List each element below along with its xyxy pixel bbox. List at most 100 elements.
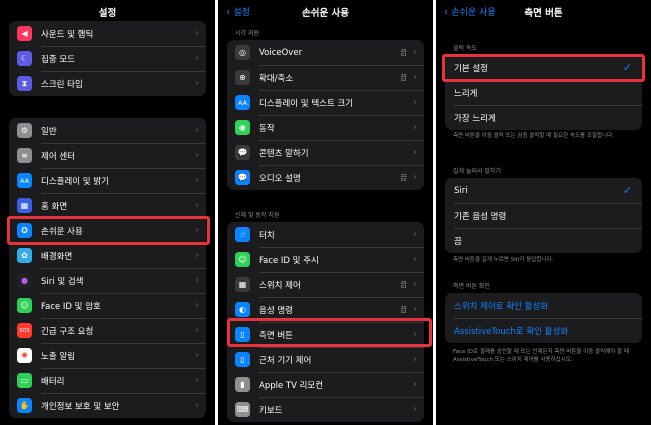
aa-icon: AA xyxy=(235,95,250,110)
list-item-label: 확대/축소 xyxy=(259,73,294,84)
chevron-right-icon: › xyxy=(195,125,199,136)
option-item[interactable]: 느리게 xyxy=(445,80,642,105)
list-item[interactable]: ✿ 배경화면 › xyxy=(9,243,206,268)
list-item[interactable]: ▮ Apple TV 리모컨 › xyxy=(227,372,424,397)
chevron-right-icon: › xyxy=(195,275,199,286)
chevron-right-icon: › xyxy=(195,28,199,39)
confirm-note: Face ID로 결제를 승인할 때 또는 언제든지 측면 버튼을 이중 클릭해… xyxy=(453,349,629,363)
chevron-right-icon: › xyxy=(413,122,417,133)
list-item-label: 터치 xyxy=(259,230,275,241)
list-item[interactable]: ● Siri 및 검색 › xyxy=(9,268,206,293)
list-item[interactable]: ⌨ 키보드 › xyxy=(227,397,424,422)
chevron-right-icon: › xyxy=(195,200,199,211)
voice-control-icon: ◐ xyxy=(235,302,250,317)
option-label: 가장 느리게 xyxy=(454,113,496,124)
siri-icon: ● xyxy=(17,273,32,288)
chevron-right-icon: › xyxy=(195,250,199,261)
list-item[interactable]: ☾ 집중 모드 › xyxy=(9,46,206,71)
list-item[interactable]: ⊕ 확대/축소 끔 › xyxy=(227,65,424,90)
chevron-right-icon: › xyxy=(413,304,417,315)
speech-bubble-icon: 💬 xyxy=(235,145,250,160)
list-item[interactable]: ✋ 개인정보 보호 및 보안 › xyxy=(9,393,206,418)
list-item[interactable]: 💬 오디오 설명 끔 › xyxy=(227,165,424,190)
list-item[interactable]: ◀ 사운드 및 햅틱 › xyxy=(9,21,206,46)
list-item[interactable]: ▦ 스위치 제어 끔 › xyxy=(227,272,424,297)
list-item[interactable]: SOS 긴급 구조 요청 › xyxy=(9,318,206,343)
list-item-label: 사운드 및 햅틱 xyxy=(41,29,94,40)
option-item[interactable]: 끔 xyxy=(445,228,642,253)
moon-icon: ☾ xyxy=(17,51,32,66)
option-item[interactable]: AssistiveTouch로 확인 활성화 xyxy=(445,318,642,343)
click-speed-note: 측면 버튼을 이중 클릭 또는 삼중 클릭할 때 필요한 속도를 조절합니다. xyxy=(453,133,614,139)
screenshot-collage: 설정 ◀ 사운드 및 햅틱 › ☾ 집중 모드 › ⧗ 스크린 타임 › ⚙ 일반 › ≡ 제어 센터 ›… xyxy=(0,0,651,425)
list-item[interactable]: ▦ 홈 화면 › xyxy=(9,193,206,218)
list-item[interactable]: AA 디스플레이 및 밝기 › xyxy=(9,168,206,193)
list-item[interactable]: ✺ 노출 알림 › xyxy=(9,343,206,368)
hand-icon: ✋ xyxy=(17,398,32,413)
list-item[interactable]: ☝ 터치 › xyxy=(227,222,424,247)
list-item-label: 근처 기기 제어 xyxy=(259,355,312,366)
list-item[interactable]: AA 디스플레이 및 텍스트 크기 › xyxy=(227,90,424,115)
list-item-label: 개인정보 보호 및 보안 xyxy=(41,401,120,412)
list-item-label: 음성 명령 xyxy=(259,305,293,316)
chevron-right-icon: › xyxy=(413,279,417,290)
keyboard-icon: ⌨ xyxy=(235,402,250,417)
list-item[interactable]: ☺ Face ID 및 암호 › xyxy=(9,293,206,318)
list-item-label: 디스플레이 및 텍스트 크기 xyxy=(259,98,354,109)
list-item-label: 배경화면 xyxy=(41,251,73,262)
list-item[interactable]: ◎ VoiceOver 끔 › xyxy=(227,40,424,65)
option-item[interactable]: 스위치 제어로 확인 활성화 xyxy=(445,293,642,318)
hold-to-speak-group: Siri ✓ 기존 음성 명령끔 xyxy=(445,178,642,253)
zoom-icon: ⊕ xyxy=(235,70,250,85)
list-item[interactable]: ◉ 동작 › xyxy=(227,115,424,140)
nearby-devices-icon: ▯ xyxy=(235,352,250,367)
list-item[interactable]: ▭ 배터리 › xyxy=(9,368,206,393)
side-button-panel: ‹ 손쉬운 사용 측면 버튼 클릭 속도 기본 설정 ✓ 느리게 가장 느리게 측면 버… xyxy=(436,0,651,425)
list-item-label: 홈 화면 xyxy=(41,201,68,212)
option-label: 스위치 제어로 확인 활성화 xyxy=(454,301,549,312)
list-item-label: 제어 센터 xyxy=(41,151,75,162)
hourglass-icon: ⧗ xyxy=(17,76,32,91)
section-header-click-speed: 클릭 속도 xyxy=(453,45,477,52)
chevron-right-icon: › xyxy=(195,150,199,161)
option-item[interactable]: 가장 느리게 xyxy=(445,105,642,130)
remote-icon: ▮ xyxy=(235,377,250,392)
list-item-label: 배터리 xyxy=(41,376,65,387)
vision-group: ◎ VoiceOver 끔 › ⊕ 확대/축소 끔 › AA 디스플레이 및 텍스트 크기 › ◉ 동작… xyxy=(227,40,424,190)
chevron-right-icon: › xyxy=(413,147,417,158)
section-header-physical: 신체 및 동작 지원 xyxy=(235,212,280,219)
hold-note: 측면 버튼을 길게 누르면 Siri가 응답합니다. xyxy=(453,257,554,263)
highlight-box xyxy=(227,318,432,347)
list-item-label: 집중 모드 xyxy=(41,54,75,65)
option-label: 기존 음성 명령 xyxy=(454,211,507,222)
list-item[interactable]: ⚙ 일반 › xyxy=(9,118,206,143)
list-item-label: 긴급 구조 요청 xyxy=(41,326,94,337)
chevron-right-icon: › xyxy=(413,47,417,58)
page-title: 설정 xyxy=(98,8,117,19)
list-item-value: 끔 xyxy=(400,305,407,314)
nav-bar: ‹ 설정 손쉬운 사용 xyxy=(218,0,433,24)
switches-icon: ≡ xyxy=(17,148,32,163)
settings-group-top: ◀ 사운드 및 햅틱 › ☾ 집중 모드 › ⧗ 스크린 타임 › xyxy=(9,21,206,96)
option-item[interactable]: Siri ✓ xyxy=(445,178,642,203)
list-item[interactable]: ☺ Face ID 및 주시 › xyxy=(227,247,424,272)
list-item-label: Face ID 및 암호 xyxy=(41,301,101,312)
highlight-box xyxy=(7,216,210,245)
list-item[interactable]: 💬 콘텐츠 말하기 › xyxy=(227,140,424,165)
list-item-value: 끔 xyxy=(400,73,407,82)
list-item-value: 끔 xyxy=(400,173,407,182)
list-item-label: Apple TV 리모컨 xyxy=(259,380,324,391)
list-item-label: 콘텐츠 말하기 xyxy=(259,148,309,159)
list-item[interactable]: ≡ 제어 센터 › xyxy=(9,143,206,168)
chevron-right-icon: › xyxy=(413,354,417,365)
option-item[interactable]: 기존 음성 명령 xyxy=(445,203,642,228)
audio-description-icon: 💬 xyxy=(235,170,250,185)
section-header-hold: 길게 눌러서 말하기 xyxy=(453,168,501,175)
list-item[interactable]: ▯ 근처 기기 제어 › xyxy=(227,347,424,372)
list-item[interactable]: ⧗ 스크린 타임 › xyxy=(9,71,206,96)
list-item-label: VoiceOver xyxy=(259,47,303,58)
chevron-right-icon: › xyxy=(413,404,417,415)
list-item-label: 오디오 설명 xyxy=(259,173,301,184)
motion-icon: ◉ xyxy=(235,120,250,135)
settings-panel: 설정 ◀ 사운드 및 햅틱 › ☾ 집중 모드 › ⧗ 스크린 타임 › ⚙ 일반 › ≡ 제어 센터 ›… xyxy=(0,0,215,425)
